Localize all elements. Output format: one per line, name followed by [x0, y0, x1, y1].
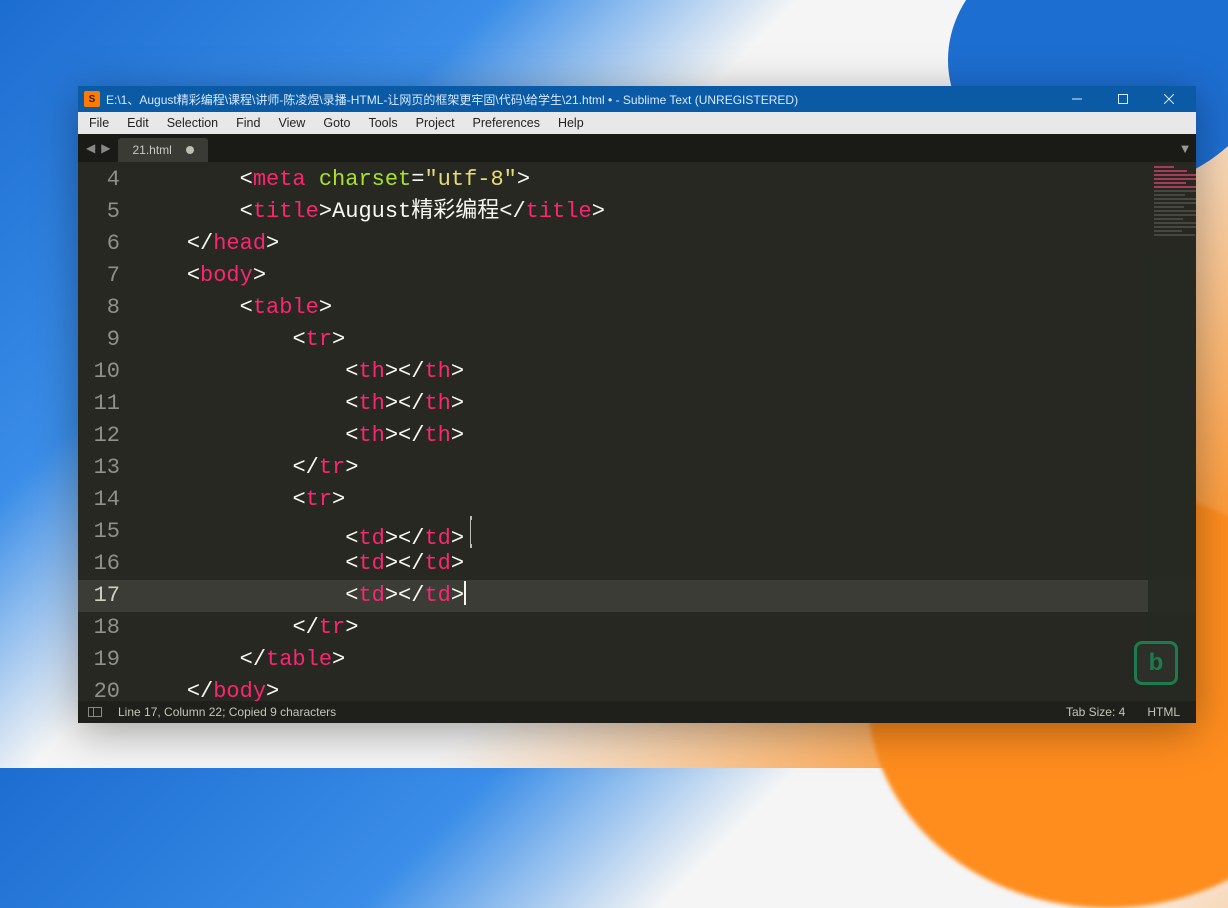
- line-number: 4: [78, 164, 120, 196]
- code-line[interactable]: <body>: [134, 260, 1196, 292]
- line-number: 9: [78, 324, 120, 356]
- statusbar: Line 17, Column 22; Copied 9 characters …: [78, 701, 1196, 723]
- code-line[interactable]: <th></th>: [134, 420, 1196, 452]
- window-controls: [1054, 86, 1192, 112]
- code-line[interactable]: </tr>: [134, 452, 1196, 484]
- status-syntax[interactable]: HTML: [1141, 705, 1186, 719]
- menubar: FileEditSelectionFindViewGotoToolsProjec…: [78, 112, 1196, 134]
- minimize-button[interactable]: [1054, 86, 1100, 112]
- code-line[interactable]: </head>: [134, 228, 1196, 260]
- line-number: 13: [78, 452, 120, 484]
- tab-dirty-indicator-icon: [186, 146, 194, 154]
- code-line[interactable]: <th></th>: [134, 388, 1196, 420]
- close-button[interactable]: [1146, 86, 1192, 112]
- code-line[interactable]: </tr>: [134, 612, 1196, 644]
- code-line[interactable]: <tr>: [134, 324, 1196, 356]
- code-content[interactable]: <meta charset="utf-8"> <title>August精彩编程…: [134, 162, 1196, 701]
- app-icon: S: [84, 91, 100, 107]
- menu-tools[interactable]: Tools: [359, 114, 406, 132]
- line-number: 11: [78, 388, 120, 420]
- menu-goto[interactable]: Goto: [314, 114, 359, 132]
- line-number: 12: [78, 420, 120, 452]
- menu-preferences[interactable]: Preferences: [464, 114, 549, 132]
- line-number: 10: [78, 356, 120, 388]
- line-number: 7: [78, 260, 120, 292]
- menu-view[interactable]: View: [269, 114, 314, 132]
- code-line[interactable]: <title>August精彩编程</title>: [134, 196, 1196, 228]
- line-number: 18: [78, 612, 120, 644]
- line-number: 5: [78, 196, 120, 228]
- mouse-ibeam-icon: [470, 516, 472, 548]
- code-line[interactable]: </body>: [134, 676, 1196, 701]
- line-number: 16: [78, 548, 120, 580]
- window-title: E:\1、August精彩编程\课程\讲师-陈凌煜\录播-HTML-让网页的框架…: [106, 91, 1054, 108]
- text-cursor: [464, 581, 466, 605]
- code-line[interactable]: <table>: [134, 292, 1196, 324]
- code-line[interactable]: <td></td>: [134, 548, 1196, 580]
- code-line[interactable]: </table>: [134, 644, 1196, 676]
- code-line[interactable]: <th></th>: [134, 356, 1196, 388]
- maximize-button[interactable]: [1100, 86, 1146, 112]
- line-number: 17: [78, 580, 134, 612]
- line-number: 14: [78, 484, 120, 516]
- panel-switcher-icon[interactable]: [88, 707, 102, 717]
- menu-help[interactable]: Help: [549, 114, 593, 132]
- menu-file[interactable]: File: [80, 114, 118, 132]
- menu-edit[interactable]: Edit: [118, 114, 158, 132]
- tab-overflow-button[interactable]: ▼: [1174, 134, 1196, 162]
- line-number: 6: [78, 228, 120, 260]
- tab-label: 21.html: [132, 143, 171, 157]
- line-number-gutter: 4567891011121314151617181920: [78, 162, 134, 701]
- code-line[interactable]: <meta charset="utf-8">: [134, 164, 1196, 196]
- menu-find[interactable]: Find: [227, 114, 269, 132]
- code-line[interactable]: <td></td>: [134, 516, 1196, 548]
- sublime-window: S E:\1、August精彩编程\课程\讲师-陈凌煜\录播-HTML-让网页的…: [78, 86, 1196, 723]
- status-position[interactable]: Line 17, Column 22; Copied 9 characters: [112, 705, 342, 719]
- code-line[interactable]: <td></td>: [134, 580, 1196, 612]
- tab-prev-icon[interactable]: ◀: [84, 141, 97, 155]
- titlebar[interactable]: S E:\1、August精彩编程\课程\讲师-陈凌煜\录播-HTML-让网页的…: [78, 86, 1196, 112]
- watermark-logo-icon: b: [1134, 641, 1178, 685]
- code-line[interactable]: <tr>: [134, 484, 1196, 516]
- line-number: 20: [78, 676, 120, 701]
- line-number: 19: [78, 644, 120, 676]
- tabbar: ◀ ▶ 21.html ▼: [78, 134, 1196, 162]
- editor-area[interactable]: 4567891011121314151617181920 <meta chars…: [78, 162, 1196, 701]
- tab-nav-arrows: ◀ ▶: [78, 134, 118, 162]
- minimap[interactable]: [1148, 162, 1196, 701]
- tab-next-icon[interactable]: ▶: [99, 141, 112, 155]
- video-watermark: b: [1134, 641, 1186, 685]
- tab-file[interactable]: 21.html: [118, 138, 207, 162]
- status-tab-size[interactable]: Tab Size: 4: [1060, 705, 1131, 719]
- line-number: 8: [78, 292, 120, 324]
- menu-project[interactable]: Project: [407, 114, 464, 132]
- menu-selection[interactable]: Selection: [158, 114, 227, 132]
- line-number: 15: [78, 516, 120, 548]
